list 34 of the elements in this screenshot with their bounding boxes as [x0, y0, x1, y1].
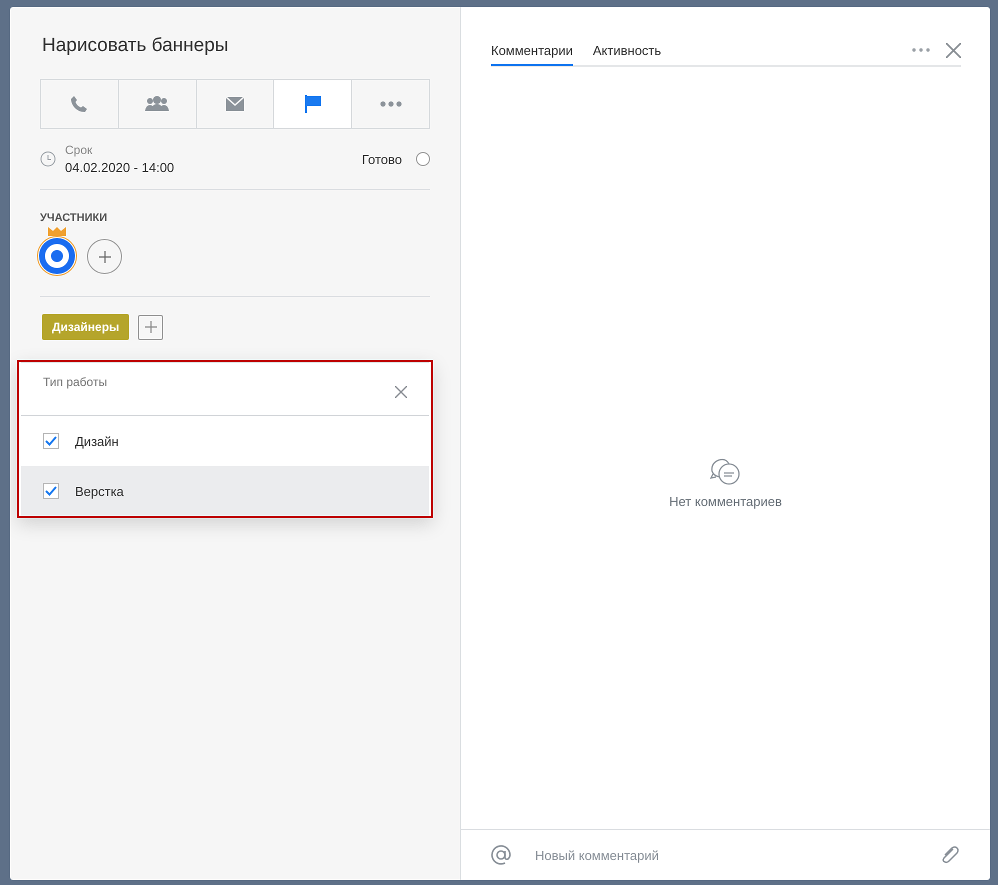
more-icon[interactable]: [912, 48, 930, 52]
flag-button[interactable]: [274, 80, 352, 128]
tab[interactable]: Активность: [592, 36, 662, 66]
clock-icon: [40, 151, 56, 167]
empty-message: Нет комментариев: [669, 494, 782, 508]
popup-title: Тип работы: [43, 375, 108, 389]
option-row[interactable]: Дизайн: [21, 416, 429, 466]
mention-icon[interactable]: [491, 845, 511, 865]
tab[interactable]: Комментарии: [491, 36, 573, 66]
close-icon[interactable]: [946, 42, 961, 58]
more-icon: [380, 101, 402, 107]
done-label: Готово: [362, 152, 402, 166]
plus-icon: [144, 321, 157, 333]
comment-input[interactable]: Новый комментарий: [533, 846, 917, 864]
participants-heading: УЧАСТНИКИ: [40, 212, 108, 224]
flag-icon: [304, 95, 321, 113]
option-label: Дизайн: [75, 434, 119, 448]
avatar[interactable]: [37, 236, 77, 276]
close-icon[interactable]: [395, 386, 407, 398]
add-tag-button[interactable]: [138, 314, 164, 340]
option-label: Верстка: [75, 484, 124, 498]
add-participant-button[interactable]: [87, 239, 122, 274]
option-row[interactable]: Верстка: [21, 466, 429, 516]
deadline-value: 04.02.2020 - 14:00: [65, 160, 176, 175]
done-radio[interactable]: [416, 152, 430, 166]
checkbox[interactable]: [43, 483, 59, 499]
envelope-icon: [226, 97, 244, 111]
deadline-label: Срок: [65, 143, 94, 157]
checkbox[interactable]: [43, 433, 59, 449]
people-icon: [144, 95, 170, 113]
chat-bubbles-icon: [710, 458, 742, 486]
phone-icon: [69, 94, 90, 114]
task-title: Нарисовать баннеры: [42, 35, 230, 57]
plus-icon: [98, 250, 110, 262]
